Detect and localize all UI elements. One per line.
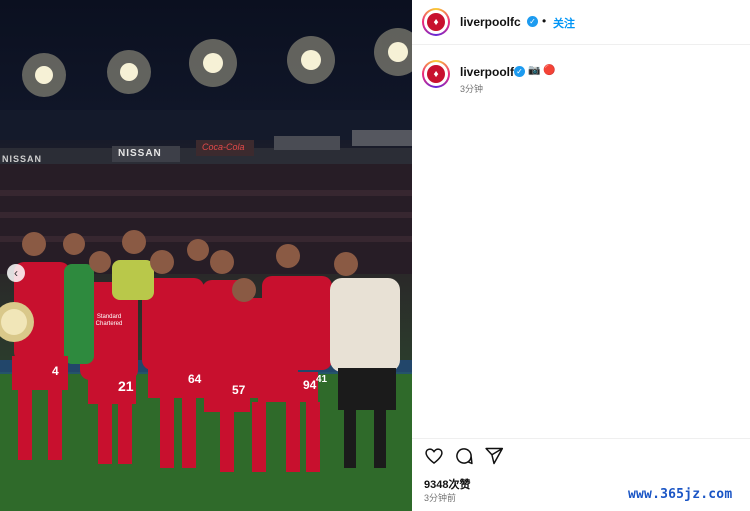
heart-icon[interactable] (424, 446, 444, 466)
team-photo-illustration (0, 28, 412, 511)
caption-emoji: 📷 🔴 (528, 65, 556, 76)
stadium-sign-3: NISSAN (2, 154, 43, 164)
post-timestamp: 3分钟前 (424, 493, 457, 503)
action-bar (412, 438, 750, 479)
post-photo: NISSAN Coca-Cola NISSAN Standard Charter… (0, 0, 412, 511)
caption-avatar[interactable]: ♦ (422, 60, 450, 88)
shirt-number-21: 21 (118, 378, 134, 394)
verified-badge-icon: ✓ (527, 16, 538, 27)
like-count[interactable]: 9348次赞 (424, 476, 470, 492)
caption-username[interactable]: liverpoolfc (460, 65, 521, 79)
post-side-panel: ♦ liverpoolfc ✓ • 关注 ♦ liverpoolfc ✓ 📷 🔴… (412, 0, 750, 511)
shirt-number-4: 4 (52, 364, 59, 378)
caption-time: 3分钟 (460, 84, 484, 94)
shirt-number-57: 57 (232, 383, 246, 397)
follow-button[interactable]: 关注 (553, 15, 575, 31)
shirt-number-64: 64 (188, 372, 202, 386)
stadium-sign-2: Coca-Cola (202, 142, 245, 152)
avatar[interactable]: ♦ (422, 8, 450, 36)
post-header: ♦ liverpoolfc ✓ • 关注 (412, 0, 750, 45)
watermark: www.365jz.com (628, 487, 733, 502)
shirt-sponsor: Standard Chartered (95, 314, 123, 327)
shirt-number-41: 41 (316, 374, 328, 385)
header-username[interactable]: liverpoolfc (460, 15, 521, 29)
verified-badge-icon: ✓ (514, 66, 525, 77)
separator-dot: • (542, 14, 547, 28)
carousel-prev-button[interactable]: ‹ (7, 264, 25, 282)
shirt-number-94: 94 (303, 378, 317, 392)
share-icon[interactable] (484, 446, 504, 466)
comment-icon[interactable] (454, 446, 474, 466)
liverpool-crest-icon: ♦ (427, 13, 445, 31)
liverpool-crest-icon: ♦ (427, 65, 445, 83)
chevron-left-icon: ‹ (14, 266, 18, 280)
stadium-sign-1: NISSAN (118, 148, 162, 159)
